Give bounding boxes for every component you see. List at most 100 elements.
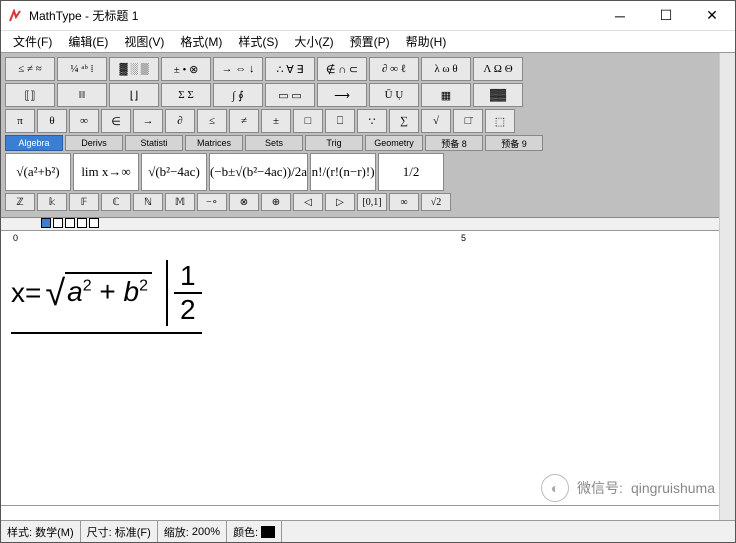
equation-template-button[interactable]: (−b±√(b²−4ac))/2a: [209, 153, 308, 191]
symbol-button[interactable]: ∵: [357, 109, 387, 133]
symbol-button[interactable]: ⊕: [261, 193, 291, 211]
status-size[interactable]: 尺寸: 标准(F): [81, 521, 158, 542]
equation[interactable]: x= √ a2 + b2 1 2: [11, 260, 202, 334]
status-style[interactable]: 样式: 数学(M): [1, 521, 81, 542]
symbol-button[interactable]: ⎕: [325, 109, 355, 133]
category-tab[interactable]: Geometry: [365, 135, 423, 151]
template-palette-button[interactable]: Σ Σ: [161, 83, 211, 107]
equation-template-button[interactable]: √(b²−4ac): [141, 153, 207, 191]
symbol-button[interactable]: −∘: [197, 193, 227, 211]
ruler-label: 0: [13, 233, 18, 243]
symbol-palette-button[interactable]: ∴ ∀ ∃: [265, 57, 315, 81]
vertical-scrollbar[interactable]: [719, 53, 735, 520]
menu-preset[interactable]: 预置(P): [342, 31, 398, 52]
symbol-button[interactable]: ℂ: [101, 193, 131, 211]
category-tab[interactable]: 预备 9: [485, 135, 543, 151]
symbol-palette-button[interactable]: ▓ ░ ▒: [109, 57, 159, 81]
template-palette-button[interactable]: ▦: [421, 83, 471, 107]
symbol-button[interactable]: [0,1]: [357, 193, 387, 211]
minimize-button[interactable]: ─: [597, 1, 643, 31]
symbol-palette-button[interactable]: ≤ ≠ ≈: [5, 57, 55, 81]
symbol-button[interactable]: 𝔽: [69, 193, 99, 211]
symbol-button[interactable]: ∈: [101, 109, 131, 133]
symbol-palette-button[interactable]: ¼ ᵃᵇ ⁞: [57, 57, 107, 81]
plus-sign: +: [99, 276, 123, 307]
symbol-palette-button[interactable]: Λ Ω Θ: [473, 57, 523, 81]
template-palette-button[interactable]: ⟦⟧: [5, 83, 55, 107]
tab-stop-marker[interactable]: [41, 218, 51, 228]
category-tab[interactable]: Trig: [305, 135, 363, 151]
menu-file[interactable]: 文件(F): [5, 31, 60, 52]
category-tab[interactable]: Sets: [245, 135, 303, 151]
template-palette-button[interactable]: ‖‖: [57, 83, 107, 107]
tab-stop-marker[interactable]: [65, 218, 75, 228]
symbol-button[interactable]: π: [5, 109, 35, 133]
category-tab[interactable]: 预备 8: [425, 135, 483, 151]
tab-stop-marker[interactable]: [77, 218, 87, 228]
equation-template-button[interactable]: n!/(r!(n−r)!): [310, 153, 376, 191]
template-palette-button[interactable]: ∫ ∮: [213, 83, 263, 107]
symbol-button[interactable]: ±: [261, 109, 291, 133]
status-zoom[interactable]: 缩放: 200%: [158, 521, 227, 542]
category-tab[interactable]: Statisti: [125, 135, 183, 151]
menu-style[interactable]: 样式(S): [230, 31, 286, 52]
symbol-button[interactable]: 𝕜: [37, 193, 67, 211]
symbol-button[interactable]: ℕ: [133, 193, 163, 211]
menu-size[interactable]: 大小(Z): [286, 31, 341, 52]
tab-stop-marker[interactable]: [53, 218, 63, 228]
maximize-button[interactable]: ☐: [643, 1, 689, 31]
template-palette-button[interactable]: ⌊⌋: [109, 83, 159, 107]
menu-view[interactable]: 视图(V): [116, 31, 172, 52]
equation-template-button[interactable]: 1/2: [378, 153, 444, 191]
symbol-button[interactable]: ≠: [229, 109, 259, 133]
symbol-button[interactable]: ∞: [69, 109, 99, 133]
symbol-button[interactable]: ≤: [197, 109, 227, 133]
symbol-button[interactable]: □: [293, 109, 323, 133]
symbol-button[interactable]: ◁: [293, 193, 323, 211]
equation-template-button[interactable]: lim x→∞: [73, 153, 139, 191]
tab-row: AlgebraDerivsStatistiMatricesSetsTrigGeo…: [5, 135, 731, 151]
symbol-row-3: πθ∞∈→∂≤≠±□⎕∵∑√□̄⬚: [5, 109, 731, 133]
symbol-button[interactable]: ⬚: [485, 109, 515, 133]
color-swatch-icon: [261, 526, 275, 538]
menu-format[interactable]: 格式(M): [172, 31, 230, 52]
template-row-2: ⟦⟧‖‖⌊⌋Σ Σ∫ ∮▭ ▭⟶Ū Ụ▦▓▓: [5, 83, 731, 107]
symbol-palette-button[interactable]: ∂ ∞ ℓ: [369, 57, 419, 81]
symbol-button[interactable]: ▷: [325, 193, 355, 211]
symbol-palette-button[interactable]: → ⇔ ↓: [213, 57, 263, 81]
tab-stop-marker[interactable]: [89, 218, 99, 228]
symbol-button[interactable]: ∑: [389, 109, 419, 133]
statusbar: 样式: 数学(M) 尺寸: 标准(F) 缩放: 200% 颜色:: [1, 520, 735, 542]
symbol-button[interactable]: ℤ: [5, 193, 35, 211]
template-palette-button[interactable]: Ū Ụ: [369, 83, 419, 107]
radical-icon: √: [45, 272, 65, 314]
symbol-button[interactable]: θ: [37, 109, 67, 133]
symbol-button[interactable]: 𝕄: [165, 193, 195, 211]
symbol-button[interactable]: □̄: [453, 109, 483, 133]
symbol-palette-button[interactable]: λ ω θ: [421, 57, 471, 81]
symbol-button[interactable]: ∂: [165, 109, 195, 133]
close-button[interactable]: ✕: [689, 1, 735, 31]
equation-editor[interactable]: x= √ a2 + b2 1 2: [1, 246, 735, 506]
template-palette-button[interactable]: ▭ ▭: [265, 83, 315, 107]
symbol-button[interactable]: √: [421, 109, 451, 133]
symbol-button[interactable]: √2: [421, 193, 451, 211]
symbol-palette-button[interactable]: ∉ ∩ ⊂: [317, 57, 367, 81]
template-palette-button[interactable]: ▓▓: [473, 83, 523, 107]
category-tab[interactable]: Algebra: [5, 135, 63, 151]
fraction-denominator: 2: [174, 294, 202, 326]
menu-help[interactable]: 帮助(H): [398, 31, 455, 52]
horizontal-ruler[interactable]: 0 5: [1, 230, 735, 246]
wechat-icon: ◐: [541, 474, 569, 502]
category-tab[interactable]: Matrices: [185, 135, 243, 151]
status-color[interactable]: 颜色:: [227, 521, 282, 542]
symbol-button[interactable]: →: [133, 109, 163, 133]
equation-template-button[interactable]: √(a²+b²): [5, 153, 71, 191]
menu-edit[interactable]: 编辑(E): [60, 31, 116, 52]
symbol-button[interactable]: ∞: [389, 193, 419, 211]
sqrt-expression: √ a2 + b2: [45, 272, 152, 314]
category-tab[interactable]: Derivs: [65, 135, 123, 151]
symbol-palette-button[interactable]: ± • ⊗: [161, 57, 211, 81]
symbol-button[interactable]: ⊗: [229, 193, 259, 211]
template-palette-button[interactable]: ⟶: [317, 83, 367, 107]
